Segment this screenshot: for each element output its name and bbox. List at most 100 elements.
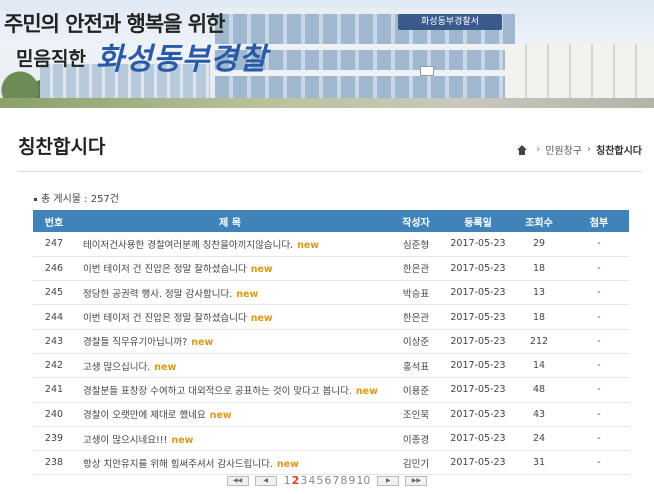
cell-title[interactable]: 이번 테이저 건 진압은 정말 잘하셨습니다 new xyxy=(75,304,385,330)
post-title-link[interactable]: 고생이 많으시네요!!! xyxy=(83,435,167,446)
last-page-button[interactable]: ▶▶ xyxy=(405,476,428,486)
prev-page-button[interactable]: ◀ xyxy=(254,476,277,486)
first-page-button[interactable]: ◀◀ xyxy=(226,476,249,486)
cell-date: 2017-05-23 xyxy=(447,304,509,330)
page-number-link[interactable]: 10 xyxy=(356,474,370,487)
chevron-right-icon: › xyxy=(536,144,541,155)
post-title-link[interactable]: 테이저건사용한 경찰여러분께 칭찬을아끼지않습니다. xyxy=(83,240,293,251)
cell-attachment: - xyxy=(569,232,629,257)
page-title: 칭찬합시다 xyxy=(18,136,106,158)
post-title-link[interactable]: 항상 치안유지를 위해 힘써주셔서 감사드립니다. xyxy=(83,459,273,470)
home-icon[interactable] xyxy=(517,144,528,155)
post-title-link[interactable]: 경찰분들 표창장 수여하고 대외적으로 공표하는 것이 맞다고 봅니다. xyxy=(83,386,352,397)
cell-title[interactable]: 항상 치안유지를 위해 힘써주셔서 감사드립니다. new xyxy=(75,450,385,476)
cell-number: 244 xyxy=(33,304,75,330)
cell-title[interactable]: 테이저건사용한 경찰여러분께 칭찬을아끼지않습니다. new xyxy=(75,232,385,257)
breadcrumb-current: 칭찬합시다 xyxy=(596,146,642,157)
cell-title[interactable]: 정당한 공권력 행사. 정말 감사합니다. new xyxy=(75,280,385,306)
cell-title[interactable]: 고생이 많으시네요!!! new xyxy=(75,426,385,452)
post-title-link[interactable]: 경찰이 오랫만에 제대로 했네요 xyxy=(83,410,206,421)
post-title-link[interactable]: 경찰들 직무유기아닙니까? xyxy=(83,337,187,348)
new-badge: new xyxy=(276,458,299,470)
cell-author: 김민기 xyxy=(385,450,447,476)
cell-date: 2017-05-23 xyxy=(447,426,509,452)
cell-title[interactable]: 경찰들 직무유기아닙니까? new xyxy=(75,329,385,354)
cell-number: 239 xyxy=(33,426,75,452)
cell-author: 한은관 xyxy=(385,304,447,330)
page-number-link[interactable]: 7 xyxy=(332,474,339,487)
cell-author: 조인묵 xyxy=(385,402,447,427)
post-title-link[interactable]: 정당한 공권력 행사. 정말 감사합니다. xyxy=(83,289,232,300)
new-badge: new xyxy=(191,337,214,349)
column-header-title: 제 목 xyxy=(75,210,385,232)
cell-date: 2017-05-23 xyxy=(447,256,509,282)
page-number-link[interactable]: 1 xyxy=(284,474,291,487)
breadcrumb-item-civil[interactable]: 민원창구 xyxy=(545,142,582,157)
cell-attachment: - xyxy=(569,402,629,427)
table-row[interactable]: 240 경찰이 오랫만에 제대로 했네요 new 조인묵 2017-05-23 43- xyxy=(33,402,629,427)
table-row[interactable]: 241 경찰분들 표창장 수여하고 대외적으로 공표하는 것이 맞다고 봅니다. n… xyxy=(33,377,629,403)
table-row[interactable]: 247 테이저건사용한 경찰여러분께 칭찬을아끼지않습니다. new 심준형 2017-… xyxy=(33,232,629,257)
page-number-link[interactable]: 6 xyxy=(324,474,331,487)
cell-date: 2017-05-23 xyxy=(447,377,509,403)
cell-author: 이상준 xyxy=(385,329,447,354)
cell-number: 242 xyxy=(33,353,75,379)
cell-attachment: - xyxy=(569,280,629,306)
new-badge: new xyxy=(250,264,273,276)
cell-attachment: - xyxy=(569,426,629,452)
new-badge: new xyxy=(154,361,177,373)
cell-number: 241 xyxy=(33,377,75,403)
total-count: 총 게시물 : 257건 xyxy=(34,190,654,205)
table-row[interactable]: 243 경찰들 직무유기아닙니까? new 이상준 2017-05-23 212- xyxy=(33,329,629,354)
new-badge: new xyxy=(297,239,320,251)
table-row[interactable]: 242 고생 많으십니다. new 홍석표 2017-05-23 14- xyxy=(33,353,629,379)
new-badge: new xyxy=(355,385,378,397)
post-title-link[interactable]: 이번 테이저 건 진압은 정말 잘하셨습니다 xyxy=(83,313,247,324)
table-row[interactable]: 239 고생이 많으시네요!!! new 이종경 2017-05-23 24- xyxy=(33,426,629,452)
cell-title[interactable]: 경찰분들 표창장 수여하고 대외적으로 공표하는 것이 맞다고 봅니다. new xyxy=(75,377,385,403)
cell-date: 2017-05-23 xyxy=(447,232,509,257)
cell-views: 212 xyxy=(509,329,569,354)
cell-author: 심준형 xyxy=(385,232,447,257)
table-row[interactable]: 246 이번 테이저 건 진압은 정말 잘하셨습니다 new 한은관 2017-05-2… xyxy=(33,256,629,282)
page-number-link[interactable]: 3 xyxy=(300,474,307,487)
page-number-link[interactable]: 2 xyxy=(292,474,300,487)
cell-title[interactable]: 경찰이 오랫만에 제대로 했네요 new xyxy=(75,402,385,427)
building-sign: 화성동부경찰서 xyxy=(398,14,502,30)
cell-views: 29 xyxy=(509,232,569,257)
column-header-attachment: 첨부 xyxy=(569,210,629,232)
cell-attachment: - xyxy=(569,256,629,282)
post-title-link[interactable]: 이번 테이저 건 진압은 정말 잘하셨습니다 xyxy=(83,264,247,275)
next-page-button[interactable]: ▶ xyxy=(377,476,400,486)
page-number-link[interactable]: 8 xyxy=(340,474,347,487)
table-row[interactable]: 238 항상 치안유지를 위해 힘써주셔서 감사드립니다. new 김민기 2017-0… xyxy=(33,450,629,476)
chevron-right-icon: › xyxy=(587,144,591,155)
table-row[interactable]: 245 정당한 공권력 행사. 정말 감사합니다. new 박승표 2017-05-23… xyxy=(33,280,629,306)
cell-attachment: - xyxy=(569,304,629,330)
new-badge: new xyxy=(209,410,232,422)
cell-title[interactable]: 이번 테이저 건 진압은 정말 잘하셨습니다 new xyxy=(75,256,385,282)
cell-number: 247 xyxy=(33,232,75,257)
column-header-number: 번호 xyxy=(33,210,75,232)
page-number-link[interactable]: 9 xyxy=(348,474,355,487)
cell-date: 2017-05-23 xyxy=(447,353,509,379)
cell-author: 이용준 xyxy=(385,377,447,403)
cell-number: 240 xyxy=(33,402,75,427)
page-numbers: 12345678910 xyxy=(283,474,371,487)
flag-image xyxy=(420,66,434,76)
new-badge: new xyxy=(236,288,259,300)
table-header-row: 번호 제 목 작성자 등록일 조회수 첨부 xyxy=(33,210,629,232)
cell-date: 2017-05-23 xyxy=(447,329,509,354)
page-number-link[interactable]: 5 xyxy=(316,474,323,487)
top-banner: 화성동부경찰서 주민의 안전과 행복을 위한 믿음직한 화성동부경찰 xyxy=(0,0,654,108)
banner-slogan-line2: 믿음직한 xyxy=(16,48,86,70)
cell-date: 2017-05-23 xyxy=(447,280,509,306)
column-header-date: 등록일 xyxy=(447,210,509,232)
cell-title[interactable]: 고생 많으십니다. new xyxy=(75,353,385,379)
page-number-link[interactable]: 4 xyxy=(308,474,315,487)
post-title-link[interactable]: 고생 많으십니다. xyxy=(83,362,150,373)
board-body: 247 테이저건사용한 경찰여러분께 칭찬을아끼지않습니다. new 심준형 2017-… xyxy=(33,232,629,476)
table-row[interactable]: 244 이번 테이저 건 진압은 정말 잘하셨습니다 new 한은관 2017-05-2… xyxy=(33,304,629,330)
banner-brand-logo: 화성동부경찰 xyxy=(96,42,268,77)
cell-attachment: - xyxy=(569,377,629,403)
